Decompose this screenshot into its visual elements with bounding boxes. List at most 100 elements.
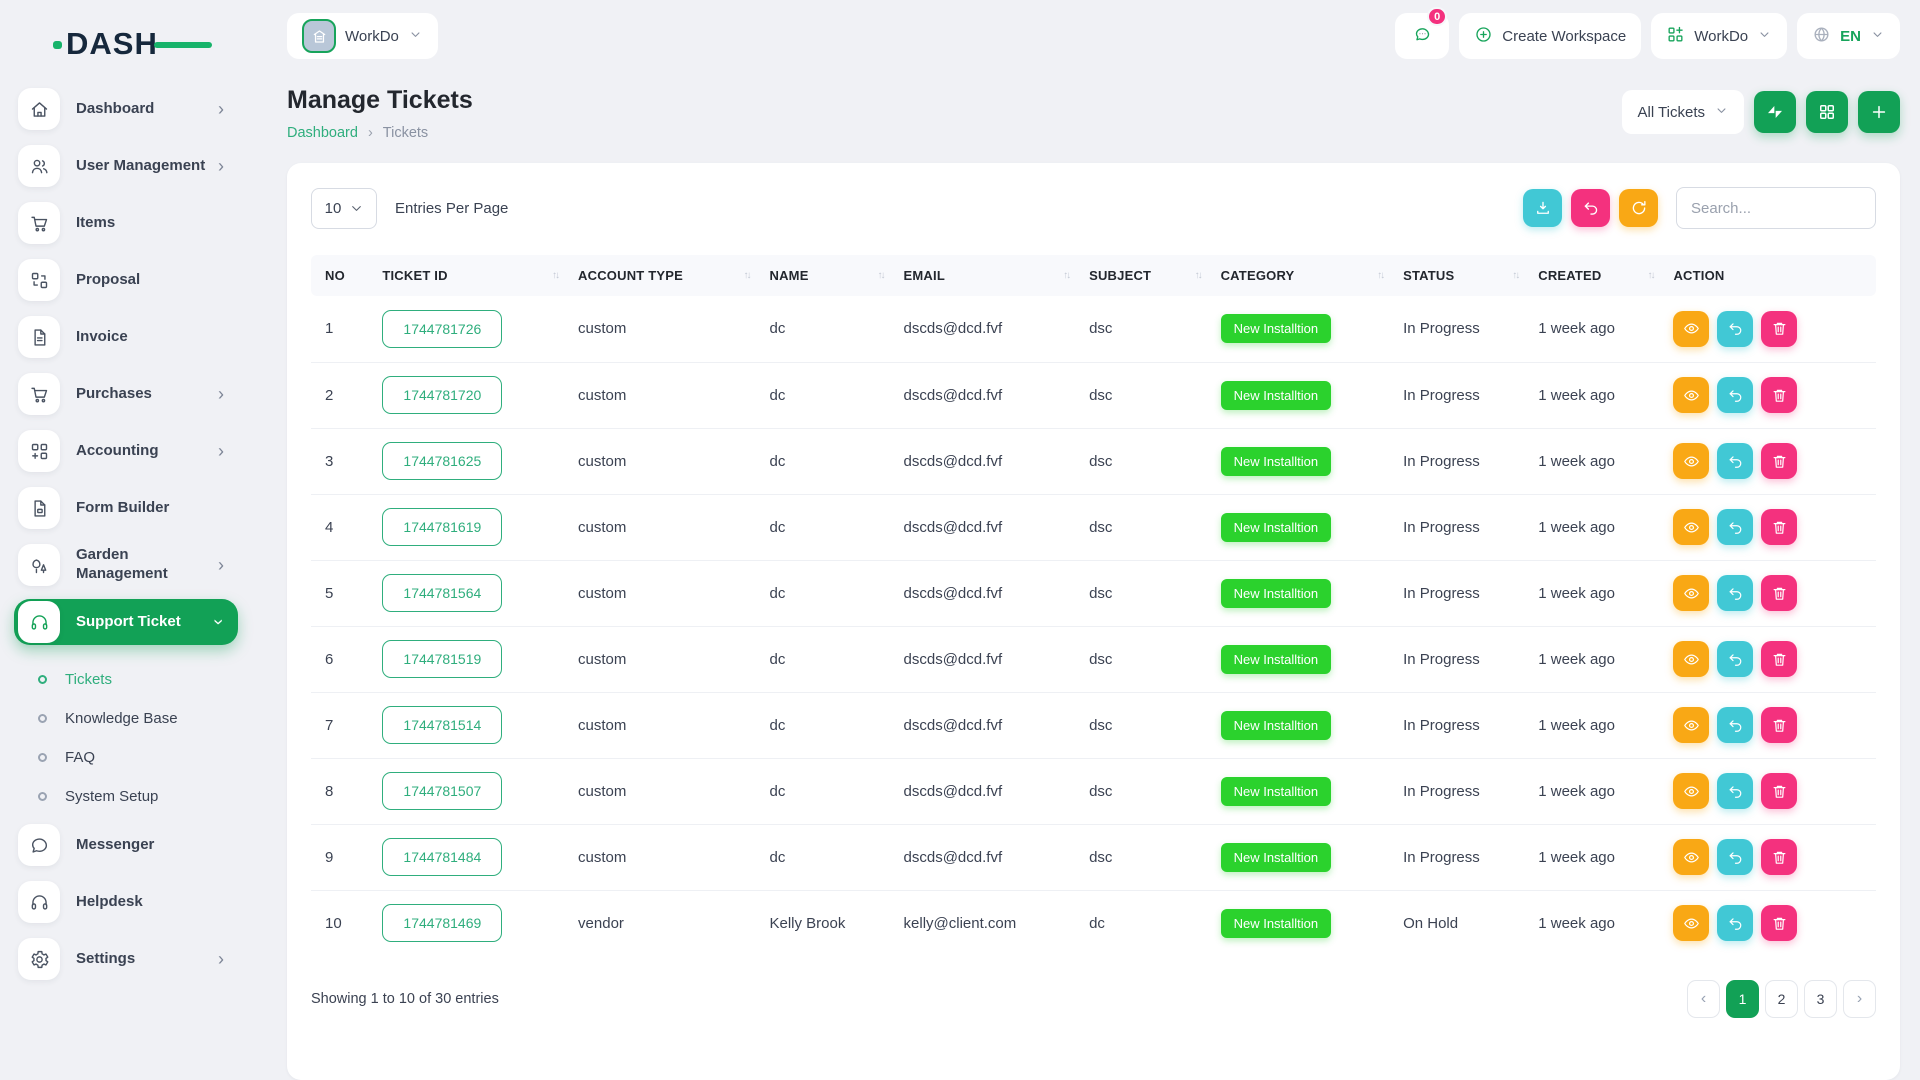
ticket-id-button[interactable]: 1744781564 [382, 574, 502, 612]
reply-ticket-button[interactable] [1717, 509, 1753, 545]
delete-ticket-button[interactable] [1761, 707, 1797, 743]
ticket-id-button[interactable]: 1744781507 [382, 772, 502, 810]
export-button[interactable] [1523, 189, 1562, 227]
delete-ticket-button[interactable] [1761, 773, 1797, 809]
sort-icon[interactable]: ↑↓ [1512, 270, 1518, 281]
sort-icon[interactable]: ↑↓ [1063, 270, 1069, 281]
view-ticket-button[interactable] [1673, 509, 1709, 545]
sidebar-item-form-builder[interactable]: Form Builder [14, 485, 238, 531]
sidebar-item-accounting[interactable]: Accounting› [14, 428, 238, 474]
view-ticket-button[interactable] [1673, 311, 1709, 347]
refresh-button[interactable] [1619, 189, 1658, 227]
sidebar-item-messenger[interactable]: Messenger [14, 822, 238, 868]
sort-icon[interactable]: ↑↓ [1377, 270, 1383, 281]
column-header-account-type[interactable]: ACCOUNT TYPE↑↓ [568, 255, 759, 296]
delete-ticket-button[interactable] [1761, 443, 1797, 479]
column-header-category[interactable]: CATEGORY↑↓ [1211, 255, 1393, 296]
view-ticket-button[interactable] [1673, 377, 1709, 413]
view-ticket-button[interactable] [1673, 575, 1709, 611]
ticket-id-button[interactable]: 1744781720 [382, 376, 502, 414]
view-ticket-button[interactable] [1673, 707, 1709, 743]
delete-ticket-button[interactable] [1761, 905, 1797, 941]
sidebar-item-support-ticket[interactable]: Support Ticket› [14, 599, 238, 645]
sort-icon[interactable]: ↑↓ [1195, 270, 1201, 281]
column-header-status[interactable]: STATUS↑↓ [1393, 255, 1528, 296]
grid-view-button[interactable] [1806, 91, 1848, 133]
page-button-1[interactable]: 1 [1726, 980, 1759, 1018]
sidebar-item-invoice[interactable]: Invoice [14, 314, 238, 360]
delete-ticket-button[interactable] [1761, 311, 1797, 347]
reply-ticket-button[interactable] [1717, 707, 1753, 743]
view-ticket-button[interactable] [1673, 641, 1709, 677]
create-workspace-button[interactable]: Create Workspace [1459, 13, 1641, 59]
reply-ticket-button[interactable] [1717, 311, 1753, 347]
ticket-id-button[interactable]: 1744781514 [382, 706, 502, 744]
sidebar-item-proposal[interactable]: Proposal [14, 257, 238, 303]
cell-status: In Progress [1393, 626, 1528, 692]
ticket-id-button[interactable]: 1744781484 [382, 838, 502, 876]
column-header-name[interactable]: NAME↑↓ [760, 255, 894, 296]
sidebar-subitem-system-setup[interactable]: System Setup [38, 777, 238, 816]
undo-button[interactable] [1571, 189, 1610, 227]
sidebar-item-label: Items [76, 214, 230, 233]
column-header-subject[interactable]: SUBJECT↑↓ [1079, 255, 1211, 296]
view-ticket-button[interactable] [1673, 773, 1709, 809]
sort-icon[interactable]: ↑↓ [878, 270, 884, 281]
reply-ticket-button[interactable] [1717, 575, 1753, 611]
reply-ticket-button[interactable] [1717, 773, 1753, 809]
view-ticket-button[interactable] [1673, 839, 1709, 875]
breadcrumb-dashboard-link[interactable]: Dashboard [287, 125, 358, 141]
sidebar-item-dashboard[interactable]: Dashboard› [14, 86, 238, 132]
entries-per-page-select[interactable]: 10 [311, 188, 377, 229]
app-logo[interactable]: DASH [66, 24, 196, 64]
search-input[interactable] [1676, 187, 1876, 229]
view-ticket-button[interactable] [1673, 905, 1709, 941]
delete-ticket-button[interactable] [1761, 509, 1797, 545]
delete-ticket-button[interactable] [1761, 377, 1797, 413]
previous-page-button[interactable]: ‹ [1687, 980, 1720, 1018]
reply-ticket-button[interactable] [1717, 641, 1753, 677]
ticket-filter-dropdown[interactable]: All Tickets [1622, 90, 1744, 134]
next-page-button[interactable]: › [1843, 980, 1876, 1018]
reply-ticket-button[interactable] [1717, 443, 1753, 479]
toolbar-buttons [1523, 189, 1658, 227]
view-ticket-button[interactable] [1673, 443, 1709, 479]
sort-icon[interactable]: ↑↓ [1647, 270, 1653, 281]
delete-ticket-button[interactable] [1761, 575, 1797, 611]
sidebar-subitem-label: FAQ [65, 749, 95, 766]
page-button-3[interactable]: 3 [1804, 980, 1837, 1018]
language-selector[interactable]: EN [1797, 13, 1900, 59]
reply-ticket-button[interactable] [1717, 377, 1753, 413]
page-button-2[interactable]: 2 [1765, 980, 1798, 1018]
ticket-id-button[interactable]: 1744781519 [382, 640, 502, 678]
sidebar-item-settings[interactable]: Settings› [14, 936, 238, 982]
sidebar-item-garden-management[interactable]: Garden Management› [14, 542, 238, 588]
sidebar-item-helpdesk[interactable]: Helpdesk [14, 879, 238, 925]
delete-ticket-button[interactable] [1761, 641, 1797, 677]
trash-icon [1771, 651, 1788, 668]
sidebar-subitem-tickets[interactable]: Tickets [38, 660, 238, 699]
sidebar-subitem-knowledge-base[interactable]: Knowledge Base [38, 699, 238, 738]
sort-icon[interactable]: ↑↓ [552, 270, 558, 281]
ticket-id-button[interactable]: 1744781726 [382, 310, 502, 348]
column-header-ticket-id[interactable]: TICKET ID↑↓ [372, 255, 568, 296]
ticket-id-button[interactable]: 1744781469 [382, 904, 502, 942]
sort-icon[interactable]: ↑↓ [744, 270, 750, 281]
workdo-menu-button[interactable]: WorkDo [1651, 13, 1787, 59]
column-header-created[interactable]: CREATED↑↓ [1528, 255, 1663, 296]
sidebar-item-items[interactable]: Items [14, 200, 238, 246]
ticket-id-button[interactable]: 1744781619 [382, 508, 502, 546]
column-header-email[interactable]: EMAIL↑↓ [894, 255, 1080, 296]
sidebar-subitem-faq[interactable]: FAQ [38, 738, 238, 777]
reply-ticket-button[interactable] [1717, 839, 1753, 875]
create-ticket-button[interactable] [1858, 91, 1900, 133]
delete-ticket-button[interactable] [1761, 839, 1797, 875]
ticket-id-button[interactable]: 1744781625 [382, 442, 502, 480]
reply-ticket-button[interactable] [1717, 905, 1753, 941]
sidebar-item-user-management[interactable]: User Management› [14, 143, 238, 189]
messages-button[interactable]: 0 [1395, 13, 1449, 59]
zendesk-sync-button[interactable] [1754, 91, 1796, 133]
tree-icon [29, 555, 50, 576]
workspace-selector[interactable]: WorkDo [287, 13, 438, 59]
sidebar-item-purchases[interactable]: Purchases› [14, 371, 238, 417]
